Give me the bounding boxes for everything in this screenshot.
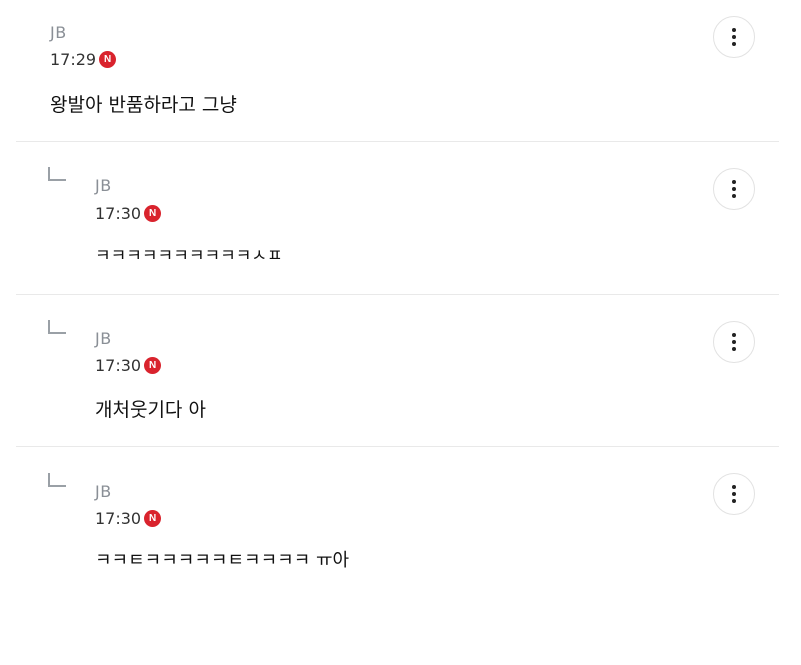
- more-vertical-icon-dot: [732, 499, 736, 503]
- comment-time: 17:30: [95, 356, 142, 375]
- reply-arrow-icon: [48, 167, 66, 181]
- more-vertical-icon: [732, 485, 736, 489]
- reply-arrow-icon: [48, 320, 66, 334]
- new-badge-icon: N: [144, 357, 162, 374]
- more-vertical-icon: [732, 180, 736, 184]
- comment-text: ㅋㅋㅌㅋㅋㅋㅋㅋㅌㅋㅋㅋㅋ ㅠ아: [95, 550, 350, 571]
- new-badge-icon: N: [99, 51, 117, 68]
- comment-text: 왕발아 반품하라고 그냥: [50, 94, 237, 116]
- comment-time: 17:29: [50, 50, 97, 69]
- more-vertical-icon: [732, 333, 736, 337]
- more-options-button[interactable]: [713, 168, 755, 210]
- comment-text: ㅋㅋㅋㅋㅋㅋㅋㅋㅋㅋㅅㅍ: [95, 246, 283, 266]
- comment-text: 개처웃기다 아: [95, 399, 206, 421]
- reply-item: JB 17:30 N ㅋㅋㅌㅋㅋㅋㅋㅋㅌㅋㅋㅋㅋ ㅠ아: [0, 446, 801, 599]
- comment-item: JB 17:29 N 왕발아 반품하라고 그냥: [0, 0, 801, 142]
- comment-time: 17:30: [95, 509, 142, 528]
- comment-time-row: 17:30 N: [95, 509, 162, 528]
- reply-item: JB 17:30 N 개처웃기다 아: [0, 294, 801, 447]
- more-options-button[interactable]: [713, 321, 755, 363]
- more-vertical-icon-dot: [732, 347, 736, 351]
- more-vertical-icon-dot: [732, 340, 736, 344]
- more-vertical-icon-dot: [732, 187, 736, 191]
- more-vertical-icon: [732, 28, 736, 32]
- comment-author[interactable]: JB: [95, 176, 112, 195]
- more-vertical-icon-dot: [732, 492, 736, 496]
- reply-arrow-icon: [48, 473, 66, 487]
- comment-thread: JB 17:29 N 왕발아 반품하라고 그냥 JB 17:30 N ㅋㅋㅋㅋㅋ…: [0, 0, 801, 599]
- comment-author[interactable]: JB: [95, 329, 112, 348]
- more-options-button[interactable]: [713, 16, 755, 58]
- reply-item: JB 17:30 N ㅋㅋㅋㅋㅋㅋㅋㅋㅋㅋㅅㅍ: [0, 141, 801, 295]
- more-vertical-icon-dot: [732, 42, 736, 46]
- comment-author[interactable]: JB: [95, 482, 112, 501]
- comment-time-row: 17:30 N: [95, 204, 162, 223]
- new-badge-icon: N: [144, 205, 162, 222]
- comment-time: 17:30: [95, 204, 142, 223]
- comment-time-row: 17:29 N: [50, 50, 117, 69]
- more-options-button[interactable]: [713, 473, 755, 515]
- more-vertical-icon-dot: [732, 194, 736, 198]
- new-badge-icon: N: [144, 510, 162, 527]
- comment-author[interactable]: JB: [50, 23, 67, 42]
- more-vertical-icon-dot: [732, 35, 736, 39]
- comment-time-row: 17:30 N: [95, 356, 162, 375]
